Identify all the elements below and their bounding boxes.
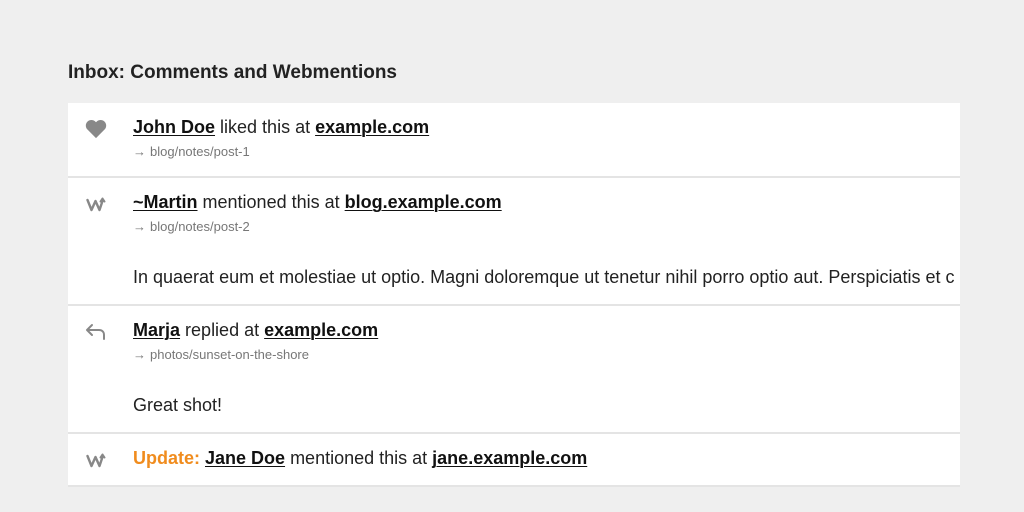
mention-headline: Update: Jane Doe mentioned this at jane.e… bbox=[133, 447, 960, 469]
mention-verb: mentioned this at bbox=[202, 192, 340, 212]
mention-verb: liked this at bbox=[220, 117, 311, 137]
list-item: ~Martin mentioned this at blog.example.c… bbox=[68, 178, 960, 306]
site-link[interactable]: example.com bbox=[264, 320, 378, 340]
mention-verb: replied at bbox=[185, 320, 260, 340]
update-label: Update: bbox=[133, 448, 200, 468]
author-link[interactable]: ~Martin bbox=[133, 192, 198, 212]
site-link[interactable]: jane.example.com bbox=[432, 448, 587, 468]
mention-verb: mentioned this at bbox=[290, 448, 428, 468]
right-arrow-icon: → bbox=[133, 144, 146, 159]
reply-icon bbox=[84, 321, 108, 343]
target-path: → photos/sunset-on-the-shore bbox=[133, 347, 960, 363]
right-arrow-icon: → bbox=[133, 347, 146, 362]
mention-headline: John Doe liked this at example.com bbox=[133, 116, 960, 138]
author-link[interactable]: Marja bbox=[133, 320, 180, 340]
right-arrow-icon: → bbox=[133, 219, 146, 234]
mention-headline: Marja replied at example.com bbox=[133, 319, 960, 341]
mention-content: In quaerat eum et molestiae ut optio. Ma… bbox=[133, 267, 955, 287]
heart-icon bbox=[84, 118, 108, 140]
site-link[interactable]: blog.example.com bbox=[345, 192, 502, 212]
page-title: Inbox: Comments and Webmentions bbox=[68, 62, 398, 83]
mention-headline: ~Martin mentioned this at blog.example.c… bbox=[133, 191, 960, 213]
webmention-icon bbox=[84, 449, 108, 471]
site-link[interactable]: example.com bbox=[315, 117, 429, 137]
target-path-text: blog/notes/post-2 bbox=[150, 219, 250, 234]
target-path: → blog/notes/post-2 bbox=[133, 219, 960, 235]
list-item: Marja replied at example.com → photos/sun… bbox=[68, 306, 960, 434]
list-item: John Doe liked this at example.com → blog… bbox=[68, 103, 960, 178]
mention-content: Great shot! bbox=[133, 395, 223, 415]
target-path-text: blog/notes/post-1 bbox=[150, 144, 250, 159]
target-path-text: photos/sunset-on-the-shore bbox=[150, 347, 309, 362]
inbox-page: Inbox: Comments and Webmentions John Doe… bbox=[0, 0, 1024, 512]
webmention-icon bbox=[84, 193, 108, 215]
author-link[interactable]: Jane Doe bbox=[205, 448, 285, 468]
mention-list: John Doe liked this at example.com → blog… bbox=[68, 103, 960, 487]
author-link[interactable]: John Doe bbox=[133, 117, 215, 137]
list-item: Update: Jane Doe mentioned this at jane.e… bbox=[68, 434, 960, 487]
target-path: → blog/notes/post-1 bbox=[133, 144, 960, 160]
